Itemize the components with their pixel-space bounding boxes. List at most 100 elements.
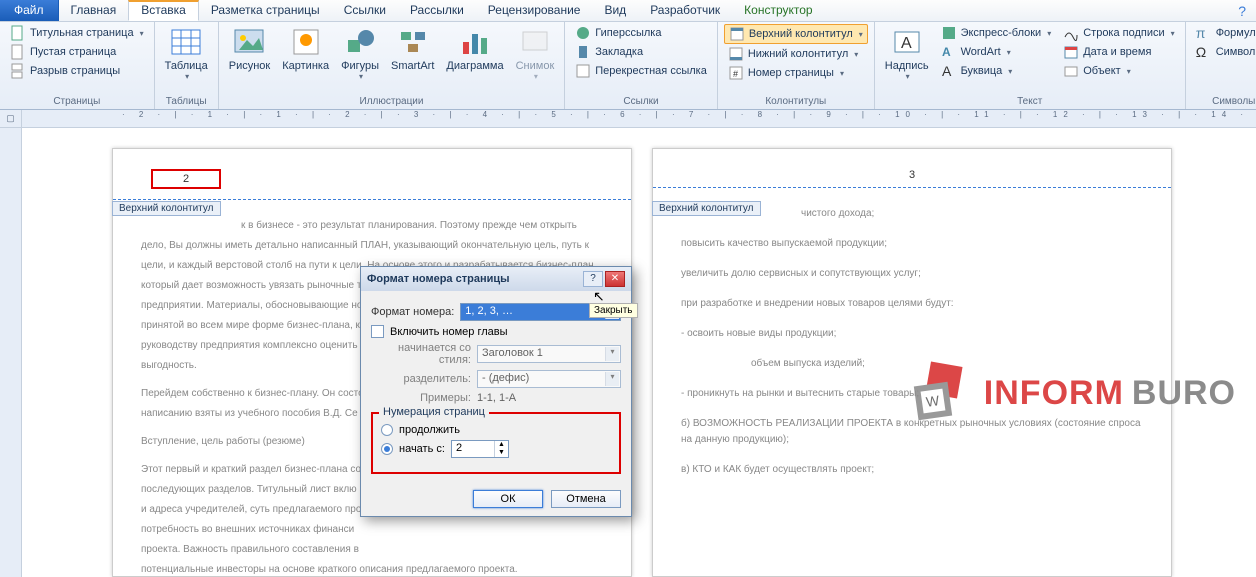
picture-button[interactable]: Рисунок xyxy=(225,24,275,74)
group-tables-label: Таблицы xyxy=(161,95,212,109)
page-number-button[interactable]: #Номер страницы▾ xyxy=(724,64,868,82)
start-at-spinner[interactable]: 2▲▼ xyxy=(451,440,509,458)
body-text: объем выпуска изделий; xyxy=(681,356,1143,372)
page-number-3: 3 xyxy=(681,169,1143,181)
start-style-label: начинается со стиля: xyxy=(371,342,471,366)
tab-mailings[interactable]: Рассылки xyxy=(398,0,476,21)
header-tag-left[interactable]: Верхний колонтитул xyxy=(112,201,221,216)
include-chapter-label: Включить номер главы xyxy=(390,326,508,338)
dropcap-button[interactable]: AБуквица▾ xyxy=(937,62,1056,80)
body-text: в) КТО и КАК будет осуществлять проект; xyxy=(681,462,1143,478)
body-text: потребность во внешних источниках финанс… xyxy=(141,522,603,538)
separator-combo: - (дефис)▾ xyxy=(477,370,621,388)
bookmark-button[interactable]: Закладка xyxy=(571,43,711,61)
dialog-close-button[interactable]: ✕ xyxy=(605,271,625,287)
spinner-buttons-icon[interactable]: ▲▼ xyxy=(494,441,508,457)
symbol-button[interactable]: ΩСимвол▾ xyxy=(1192,43,1256,61)
group-symbols-label: Символы xyxy=(1192,95,1256,109)
page-break-button[interactable]: Разрыв страницы xyxy=(6,62,148,80)
footer-button[interactable]: Нижний колонтитул▾ xyxy=(724,45,868,63)
header-icon xyxy=(729,26,745,42)
group-tables: Таблица▾ Таблицы xyxy=(155,22,219,109)
wordart-icon: A xyxy=(941,44,957,60)
tab-developer[interactable]: Разработчик xyxy=(638,0,732,21)
object-button[interactable]: Объект▾ xyxy=(1059,62,1178,80)
radio-continue[interactable] xyxy=(381,424,393,436)
radio-start-at[interactable] xyxy=(381,443,393,455)
cancel-button[interactable]: Отмена xyxy=(551,490,621,508)
hyperlink-button[interactable]: Гиперссылка xyxy=(571,24,711,42)
signature-button[interactable]: Строка подписи▾ xyxy=(1059,24,1178,42)
page-3: 3 Верхний колонтитул чистого дохода; пов… xyxy=(652,148,1172,577)
dialog-title: Формат номера страницы xyxy=(367,273,581,285)
screenshot-button[interactable]: Снимок▾ xyxy=(512,24,559,83)
body-text: увеличить долю сервисных и сопутствующих… xyxy=(681,266,1143,282)
tab-review[interactable]: Рецензирование xyxy=(476,0,593,21)
table-icon xyxy=(170,26,202,58)
group-headers-label: Колонтитулы xyxy=(724,95,868,109)
vertical-ruler[interactable] xyxy=(0,128,22,577)
body-text: проекта. Важность правильного составлени… xyxy=(141,542,603,558)
header-button[interactable]: Верхний колонтитул▾ xyxy=(724,24,868,44)
horizontal-ruler[interactable]: · 2 · | · 1 · | · 1 · | · 2 · | · 3 · | … xyxy=(22,110,1256,127)
dialog-titlebar[interactable]: Формат номера страницы ? ✕ xyxy=(361,267,631,291)
quickparts-button[interactable]: Экспресс-блоки▾ xyxy=(937,24,1056,42)
chart-button[interactable]: Диаграмма xyxy=(442,24,507,74)
document-canvas[interactable]: 2 Верхний колонтитул к в бизнесе - это р… xyxy=(22,128,1256,577)
group-headers: Верхний колонтитул▾ Нижний колонтитул▾ #… xyxy=(718,22,875,109)
tab-insert[interactable]: Вставка xyxy=(128,0,199,21)
picture-icon xyxy=(233,26,265,58)
crossref-button[interactable]: Перекрестная ссылка xyxy=(571,62,711,80)
body-text: - проникнуть на рынки и вытеснить старые… xyxy=(681,386,1143,402)
group-links-label: Ссылки xyxy=(571,95,711,109)
format-label: Формат номера: xyxy=(371,306,454,318)
datetime-button[interactable]: Дата и время xyxy=(1059,43,1178,61)
equation-icon: π xyxy=(1196,25,1212,41)
examples-value: 1-1, 1-A xyxy=(477,392,516,404)
numbering-fieldset: Нумерация страниц продолжить начать с: 2… xyxy=(371,412,621,474)
chart-icon xyxy=(459,26,491,58)
dialog-help-button[interactable]: ? xyxy=(583,271,603,287)
signature-icon xyxy=(1063,25,1079,41)
blank-page-button[interactable]: Пустая страница xyxy=(6,43,148,61)
ruler-area: ▢ · 2 · | · 1 · | · 1 · | · 2 · | · 3 · … xyxy=(0,110,1256,128)
separator-label: разделитель: xyxy=(371,373,471,385)
bookmark-icon xyxy=(575,44,591,60)
menubar: Файл Главная Вставка Разметка страницы С… xyxy=(0,0,1256,22)
textbox-button[interactable]: AНадпись▾ xyxy=(881,24,933,83)
page-icon xyxy=(10,25,26,41)
ok-button[interactable]: ОК xyxy=(473,490,543,508)
tab-references[interactable]: Ссылки xyxy=(332,0,398,21)
datetime-icon xyxy=(1063,44,1079,60)
page-break-icon xyxy=(10,63,26,79)
group-links: Гиперссылка Закладка Перекрестная ссылка… xyxy=(565,22,718,109)
crossref-icon xyxy=(575,63,591,79)
wordart-button[interactable]: AWordArt▾ xyxy=(937,43,1056,61)
smartart-button[interactable]: SmartArt xyxy=(387,24,438,74)
table-button[interactable]: Таблица▾ xyxy=(161,24,212,83)
body-text: при разработке и внедрении новых товаров… xyxy=(681,296,1143,312)
file-menu[interactable]: Файл xyxy=(0,0,59,21)
body-text: к в бизнесе - это результат планирования… xyxy=(141,218,603,234)
radio-continue-label: продолжить xyxy=(399,424,460,436)
examples-label: Примеры: xyxy=(371,392,471,404)
body-text: - освоить новые виды продукции; xyxy=(681,326,1143,342)
tab-page-layout[interactable]: Разметка страницы xyxy=(199,0,332,21)
group-text: AНадпись▾ Экспресс-блоки▾ AWordArt▾ AБук… xyxy=(875,22,1186,109)
chevron-down-icon: ▾ xyxy=(605,347,619,361)
equation-button[interactable]: πФормула▾ xyxy=(1192,24,1256,42)
clipart-button[interactable]: Картинка xyxy=(278,24,333,74)
svg-text:A: A xyxy=(942,63,952,79)
tab-designer[interactable]: Конструктор xyxy=(732,0,824,21)
tab-view[interactable]: Вид xyxy=(592,0,638,21)
header-tag-right[interactable]: Верхний колонтитул xyxy=(652,201,761,216)
include-chapter-checkbox[interactable] xyxy=(371,325,384,338)
cover-page-button[interactable]: Титульная страница▾ xyxy=(6,24,148,42)
radio-start-at-label: начать с: xyxy=(399,443,445,455)
shapes-button[interactable]: Фигуры▾ xyxy=(337,24,383,83)
tab-home[interactable]: Главная xyxy=(59,0,129,21)
body-text: потенциальные инвесторы на основе кратко… xyxy=(141,562,603,577)
blank-page-icon xyxy=(10,44,26,60)
help-icon[interactable]: ? xyxy=(1228,0,1256,21)
smartart-icon xyxy=(397,26,429,58)
